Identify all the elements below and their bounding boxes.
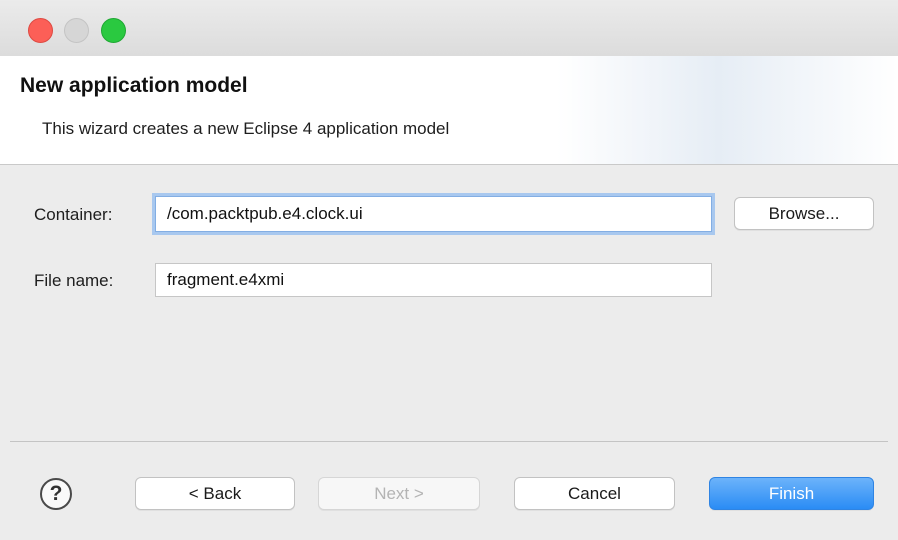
back-button[interactable]: < Back (135, 477, 295, 510)
browse-button[interactable]: Browse... (734, 197, 874, 230)
help-icon[interactable]: ? (40, 478, 72, 510)
close-window-icon[interactable] (28, 18, 53, 43)
cancel-button[interactable]: Cancel (514, 477, 675, 510)
minimize-window-icon (64, 18, 89, 43)
finish-button[interactable]: Finish (709, 477, 874, 510)
file-name-label: File name: (34, 271, 114, 290)
page-title: New application model (20, 74, 248, 97)
next-button[interactable]: Next > (318, 477, 480, 510)
file-name-input[interactable] (155, 263, 712, 297)
zoom-window-icon[interactable] (101, 18, 126, 43)
wizard-header: New application model This wizard create… (0, 56, 898, 165)
footer-divider (10, 441, 888, 442)
page-description: This wizard creates a new Eclipse 4 appl… (42, 119, 450, 138)
container-input[interactable] (155, 196, 712, 232)
container-label: Container: (34, 205, 113, 224)
window-titlebar (0, 0, 898, 56)
